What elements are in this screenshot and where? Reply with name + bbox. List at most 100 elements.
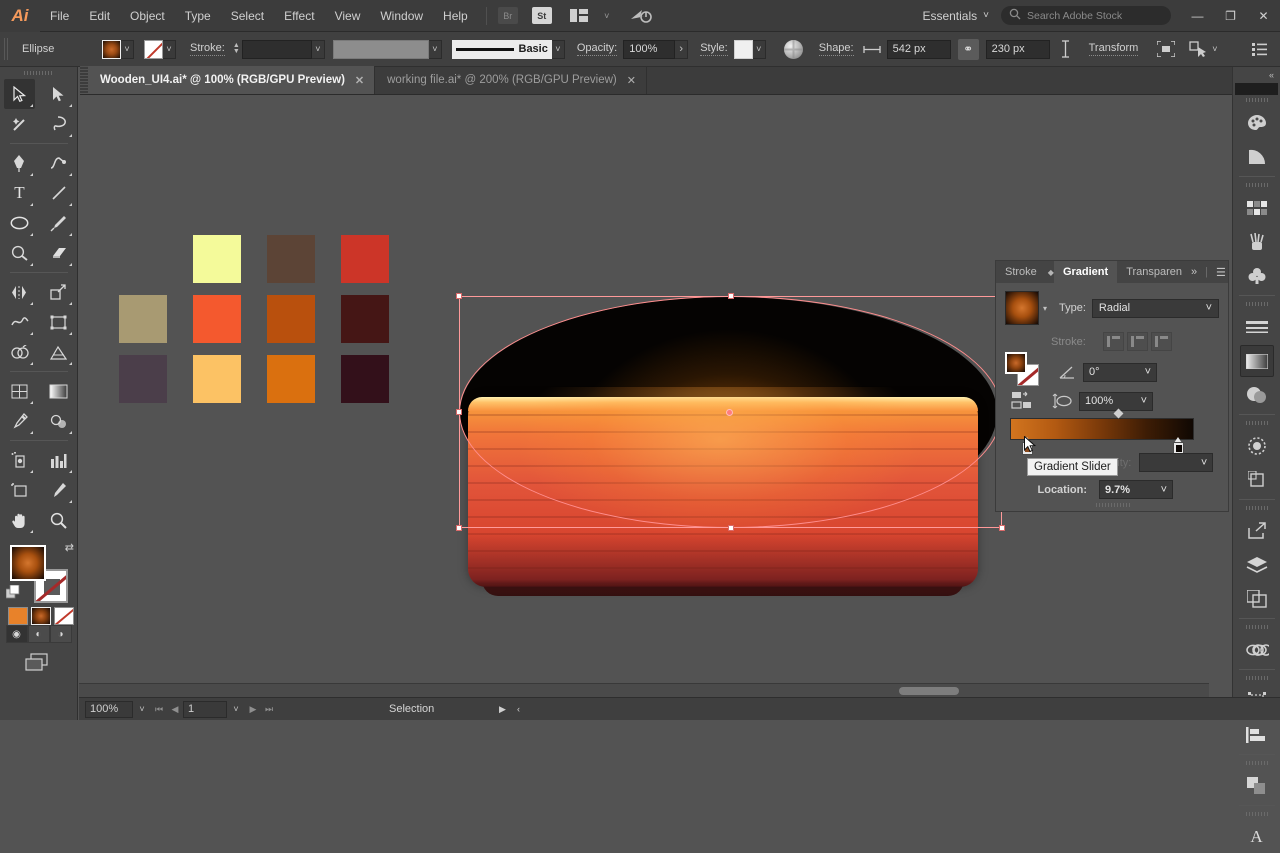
fill-caret-icon[interactable]: ˅ (121, 39, 134, 59)
swatches-panel-icon[interactable] (1240, 192, 1274, 224)
wooden-board-shape[interactable] (468, 397, 978, 587)
stroke-across-button[interactable] (1151, 332, 1172, 351)
panel-options-menu-icon[interactable]: ☰ (1216, 266, 1226, 279)
eraser-tool[interactable] (43, 238, 74, 268)
dock-group-grip[interactable] (1233, 503, 1280, 513)
canvas-swatch[interactable] (267, 235, 315, 283)
bridge-icon[interactable]: Br (497, 7, 518, 24)
mesh-tool[interactable] (4, 376, 35, 406)
stroke-profile-caret-icon[interactable]: ˅ (551, 39, 565, 59)
menu-edit[interactable]: Edit (79, 0, 120, 32)
select-similar-icon[interactable] (1188, 41, 1208, 57)
lasso-tool[interactable] (43, 109, 74, 139)
gradient-preview-thumbnail[interactable] (1005, 291, 1039, 325)
dock-group-grip[interactable] (1233, 180, 1280, 190)
canvas-swatch[interactable] (193, 355, 241, 403)
blend-tool[interactable] (43, 406, 74, 436)
zoom-level-caret-icon[interactable]: ˅ (133, 704, 151, 714)
character-panel-icon[interactable]: A (1240, 821, 1274, 853)
gradient-panel-icon[interactable] (1239, 345, 1274, 377)
close-icon[interactable]: ✕ (355, 74, 364, 87)
status-menu-icon[interactable]: ▶ (499, 704, 506, 715)
menu-help[interactable]: Help (433, 0, 478, 32)
opacity-field[interactable]: 100% (623, 39, 676, 59)
slice-tool[interactable] (43, 475, 74, 505)
align-panel-icon[interactable] (1240, 719, 1274, 751)
tab-bar-grip[interactable] (80, 66, 88, 94)
variable-width-field[interactable] (332, 39, 429, 59)
line-segment-tool[interactable] (43, 178, 74, 208)
curvature-tool[interactable] (43, 148, 74, 178)
selection-tool[interactable] (4, 79, 35, 109)
brushes-panel-icon[interactable] (1240, 226, 1274, 258)
transparency-panel-icon[interactable] (1240, 379, 1274, 411)
canvas-swatch[interactable] (193, 235, 241, 283)
stroke-caret-icon[interactable]: ˅ (163, 39, 176, 59)
paintbrush-tool[interactable] (43, 208, 74, 238)
asset-export-panel-icon[interactable] (1240, 515, 1274, 547)
shape-height-input[interactable]: 230 px (985, 39, 1050, 59)
fill-color-control[interactable]: ˅ (102, 39, 134, 59)
fill-color-swatch[interactable] (10, 545, 46, 581)
artboard-number-input[interactable]: 1 (183, 700, 227, 718)
rotate-tool[interactable] (4, 277, 35, 307)
arrange-documents-icon[interactable] (568, 7, 590, 25)
eyedropper-tool[interactable] (4, 406, 35, 436)
graphic-style-swatch[interactable] (733, 39, 753, 59)
draw-inside-button[interactable]: ◑ (49, 625, 72, 643)
stroke-within-button[interactable] (1103, 332, 1124, 351)
select-similar-caret-icon[interactable]: ˅ (1208, 40, 1221, 59)
opacity-options-icon[interactable]: › (675, 39, 689, 59)
layers-panel-icon[interactable] (1240, 549, 1274, 581)
dock-group-grip[interactable] (1233, 809, 1280, 819)
canvas-swatch[interactable] (341, 235, 389, 283)
menu-object[interactable]: Object (120, 0, 175, 32)
gradient-tool[interactable] (43, 376, 74, 406)
tab-gradient[interactable]: Gradient (1053, 261, 1118, 283)
stroke-swatch-none[interactable] (144, 39, 163, 59)
zoom-tool[interactable] (43, 505, 74, 535)
zoom-level-input[interactable]: 100% (85, 700, 133, 718)
stroke-weight-field[interactable] (241, 39, 312, 59)
draw-behind-button[interactable]: ◐ (27, 625, 50, 643)
stroke-weight-stepper[interactable]: ▲ ▼ (231, 40, 242, 59)
window-maximize-button[interactable]: ❐ (1214, 0, 1247, 32)
graphic-styles-panel-icon[interactable] (1240, 464, 1274, 496)
artboards-panel-icon[interactable] (1240, 583, 1274, 615)
gradient-opacity-select[interactable]: ˅ (1139, 453, 1214, 472)
artboard-tool[interactable] (4, 475, 35, 505)
color-panel-icon[interactable] (1240, 107, 1274, 139)
previous-artboard-button[interactable]: ◀ (167, 704, 183, 715)
type-tool[interactable]: T (4, 178, 35, 208)
magic-wand-tool[interactable] (4, 109, 35, 139)
gradient-ramp[interactable] (1010, 418, 1194, 440)
swap-fill-stroke-icon[interactable]: ⇄ (65, 541, 74, 554)
window-minimize-button[interactable]: — (1181, 0, 1214, 32)
libraries-panel-icon[interactable] (1240, 634, 1274, 666)
menu-view[interactable]: View (325, 0, 371, 32)
window-close-button[interactable]: ✕ (1247, 0, 1280, 32)
canvas-swatch[interactable] (267, 355, 315, 403)
canvas-swatch[interactable] (193, 295, 241, 343)
tab-stroke[interactable]: Stroke (996, 261, 1046, 283)
stroke-along-button[interactable] (1127, 332, 1148, 351)
stroke-weight-control[interactable]: ˅ (241, 39, 325, 59)
creative-cloud-sync-icon[interactable] (630, 7, 652, 25)
dock-group-grip[interactable] (1233, 673, 1280, 683)
menu-file[interactable]: File (40, 0, 79, 32)
panel-menu-icon[interactable] (1250, 42, 1268, 56)
stroke-profile-preview[interactable]: Basic (451, 39, 552, 59)
stroke-profile-control[interactable]: Basic ˅ (451, 39, 565, 59)
canvas-swatch[interactable] (341, 295, 389, 343)
stock-icon[interactable]: St (531, 7, 552, 24)
first-artboard-button[interactable]: ⏮ (151, 704, 167, 715)
constrain-proportions-icon[interactable]: ⚭ (957, 38, 979, 60)
gradient-location-select[interactable]: 9.7% ˅ (1099, 480, 1173, 499)
tools-panel-grip[interactable] (0, 67, 77, 79)
canvas-swatch[interactable] (119, 355, 167, 403)
dock-group-grip[interactable] (1233, 299, 1280, 309)
color-mode-gradient-button[interactable] (31, 607, 51, 625)
workspace-switcher[interactable]: Essentials ˅ (910, 9, 1001, 23)
arrange-caret-icon[interactable]: ˅ (596, 7, 618, 25)
width-tool[interactable] (4, 307, 35, 337)
